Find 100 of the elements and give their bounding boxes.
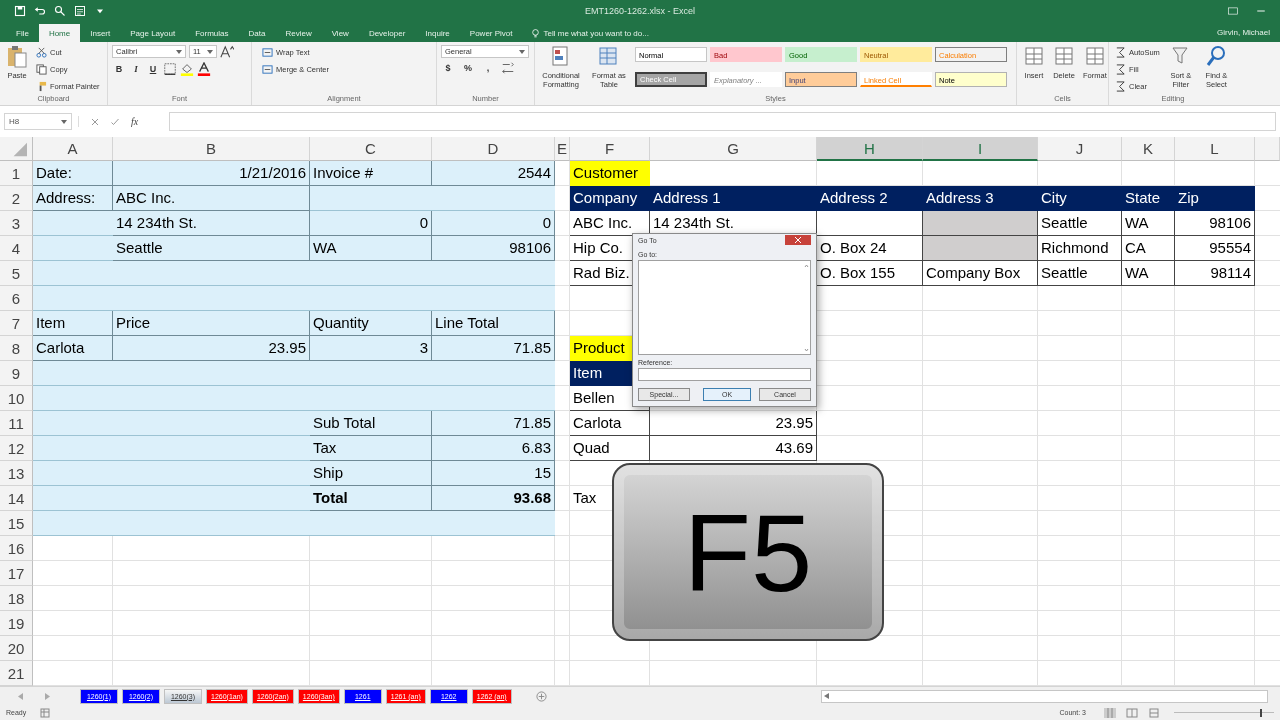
row-header[interactable]: 3 [0,211,33,236]
header-cell[interactable]: Address 3 [923,186,1038,211]
ribbon-tab[interactable]: Review [275,24,322,42]
scroll-left-icon[interactable] [824,693,830,699]
row-header[interactable]: 17 [0,561,33,586]
close-button[interactable] [785,235,811,246]
table-cell[interactable]: Richmond [1038,236,1122,261]
table-cell[interactable]: 98106 [1175,211,1255,236]
table-cell[interactable] [923,236,1038,261]
table-cell[interactable]: CA [1122,236,1175,261]
number-format-button[interactable]: , [481,61,495,75]
row-header[interactable]: 11 [0,411,33,436]
table-cell[interactable] [817,211,923,236]
header-cell[interactable]: State [1122,186,1175,211]
table-cell[interactable]: Seattle [1038,211,1122,236]
table-cell[interactable]: Tax [570,486,600,511]
row-header[interactable]: 6 [0,286,33,311]
table-cell[interactable]: Carlota [570,411,650,436]
number-format-button[interactable]: % [461,61,475,75]
row-header[interactable]: 16 [0,536,33,561]
row-header[interactable]: 20 [0,636,33,661]
window-title: EMT1260-1262.xlsx - Excel [584,6,695,16]
table-cell[interactable]: WA [1122,261,1175,286]
formula-input[interactable] [169,112,1276,131]
normal-view-icon[interactable] [1104,707,1116,718]
ribbon-tab[interactable]: Home [38,24,81,42]
new-sheet-icon[interactable] [535,690,547,702]
zoom-thumb[interactable] [1260,708,1263,717]
row-header[interactable]: 2 [0,186,33,211]
row-header[interactable]: 1 [0,161,33,186]
ribbon-tab[interactable]: View [321,24,359,42]
ribbon-tab[interactable]: Data [238,24,276,42]
reference-field[interactable] [638,368,811,381]
column-header[interactable]: L [1175,137,1255,161]
column-header[interactable]: E [555,137,570,161]
row-header[interactable]: 7 [0,311,33,336]
row-header[interactable]: 19 [0,611,33,636]
fill-color-icon [180,62,194,76]
cell-format-icon [262,46,273,58]
ribbon-tab[interactable]: Formulas [185,24,239,42]
macro-record-icon[interactable] [40,707,51,718]
table-cell[interactable]: Quad [570,436,650,461]
number-format-button[interactable]: $ [441,61,455,75]
column-header[interactable]: C [310,137,432,161]
ribbon-tab[interactable]: Developer [358,24,416,42]
row-header[interactable]: 18 [0,586,33,611]
header-cell[interactable]: City [1038,186,1122,211]
column-header[interactable]: J [1038,137,1122,161]
column-header[interactable]: H [817,137,923,161]
table-cell[interactable]: 98114 [1175,261,1255,286]
row-header[interactable]: 8 [0,336,33,361]
cell-format-icon [262,63,273,75]
table-cell[interactable]: Company Box [923,261,1038,286]
insert-function-button[interactable]: fx [131,116,139,127]
underline-button[interactable]: U [146,62,160,76]
row-header[interactable]: 5 [0,261,33,286]
ribbon-tab[interactable]: File [6,24,39,42]
ribbon-tab[interactable]: Page Layout [120,24,186,42]
row-header[interactable]: 13 [0,461,33,486]
table-cell[interactable]: 95554 [1175,236,1255,261]
row-header[interactable]: 4 [0,236,33,261]
row-header[interactable]: 15 [0,511,33,536]
table-cell[interactable]: WA [1122,211,1175,236]
ribbon-tab[interactable]: Power Pivot [459,24,523,42]
horizontal-scrollbar[interactable] [821,689,1268,703]
go-to-list[interactable] [638,259,811,356]
column-header[interactable]: K [1122,137,1175,161]
user-name[interactable]: Girvin, Michael [1217,24,1280,42]
header-cell[interactable]: Address 2 [817,186,923,211]
ribbon-tab[interactable]: Inquire [415,24,460,42]
page-layout-icon[interactable] [1126,707,1138,718]
row-header[interactable]: 21 [0,661,33,686]
row-header[interactable]: 10 [0,386,33,411]
column-header[interactable]: D [432,137,555,161]
table-cell[interactable]: Seattle [1038,261,1122,286]
name-box[interactable]: H8 [4,113,72,130]
row-header[interactable]: 12 [0,436,33,461]
column-header[interactable]: F [570,137,650,161]
column-header[interactable]: B [113,137,310,161]
column-header[interactable]: I [923,137,1038,161]
column-header[interactable] [1255,137,1280,161]
table-cell[interactable]: O. Box 155 [817,261,923,286]
ribbon-tab[interactable]: Insert [80,24,121,42]
table-cell[interactable]: Customer [570,161,650,186]
italic-button[interactable]: I [129,62,143,76]
column-header[interactable]: A [33,137,113,161]
table-cell[interactable]: ABC Inc. [570,211,650,236]
row-header[interactable]: 9 [0,361,33,386]
table-cell[interactable]: 43.69 [650,436,817,461]
page-break-icon[interactable] [1148,707,1160,718]
bold-button[interactable]: B [112,62,126,76]
header-cell[interactable]: Zip [1175,186,1255,211]
table-cell[interactable] [923,211,1038,236]
column-header[interactable]: G [650,137,817,161]
table-cell[interactable]: 23.95 [650,411,817,436]
row-header[interactable]: 14 [0,486,33,511]
header-cell[interactable]: Address 1 [650,186,817,211]
table-cell[interactable]: O. Box 24 [817,236,923,261]
tell-me-field[interactable]: Tell me what you want to do... [543,28,649,38]
header-cell[interactable]: Company [570,186,650,211]
